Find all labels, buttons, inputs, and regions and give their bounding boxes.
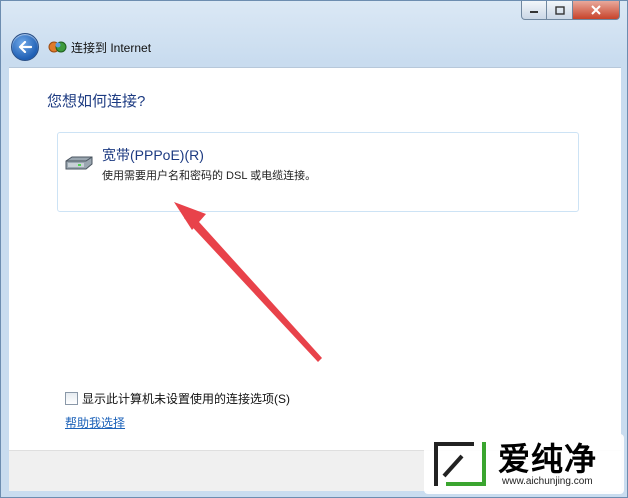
back-arrow-icon	[18, 41, 32, 53]
back-button[interactable]	[11, 33, 39, 61]
navigation-bar: 连接到 Internet	[11, 32, 151, 62]
checkbox-label: 显示此计算机未设置使用的连接选项(S)	[82, 392, 290, 406]
minimize-button[interactable]	[521, 1, 547, 20]
watermark-logo	[434, 442, 486, 486]
watermark: 爱纯净 www.aichunjing.com	[424, 434, 624, 494]
maximize-button[interactable]	[547, 1, 573, 20]
wizard-title: 连接到 Internet	[71, 40, 152, 55]
show-unsupported-options-checkbox[interactable]	[65, 392, 78, 405]
content-panel: 您想如何连接? 宽带(PPPoE)(R) 使用需要用户名和密码的 DSL 或电缆…	[9, 67, 621, 450]
close-button[interactable]	[573, 1, 620, 20]
close-icon	[591, 5, 601, 15]
maximize-icon	[554, 5, 565, 15]
minimize-icon	[530, 11, 538, 13]
page-heading: 您想如何连接?	[47, 93, 146, 110]
option-title: 宽带(PPPoE)(R)	[102, 147, 204, 163]
broadband-pppoe-option[interactable]: 宽带(PPPoE)(R) 使用需要用户名和密码的 DSL 或电缆连接。	[57, 132, 579, 212]
caption-buttons	[521, 1, 620, 20]
show-unsupported-options-row[interactable]: 显示此计算机未设置使用的连接选项(S)	[65, 390, 290, 407]
help-me-choose-link[interactable]: 帮助我选择	[65, 414, 125, 431]
network-icon	[48, 39, 68, 55]
watermark-url: www.aichunjing.com	[502, 476, 593, 487]
dialog-window: 连接到 Internet 您想如何连接? 宽带(PPPoE)(R) 使用需要用户…	[0, 0, 628, 498]
option-description: 使用需要用户名和密码的 DSL 或电缆连接。	[102, 170, 317, 182]
watermark-text: 爱纯净	[498, 440, 598, 478]
modem-icon	[65, 156, 93, 170]
